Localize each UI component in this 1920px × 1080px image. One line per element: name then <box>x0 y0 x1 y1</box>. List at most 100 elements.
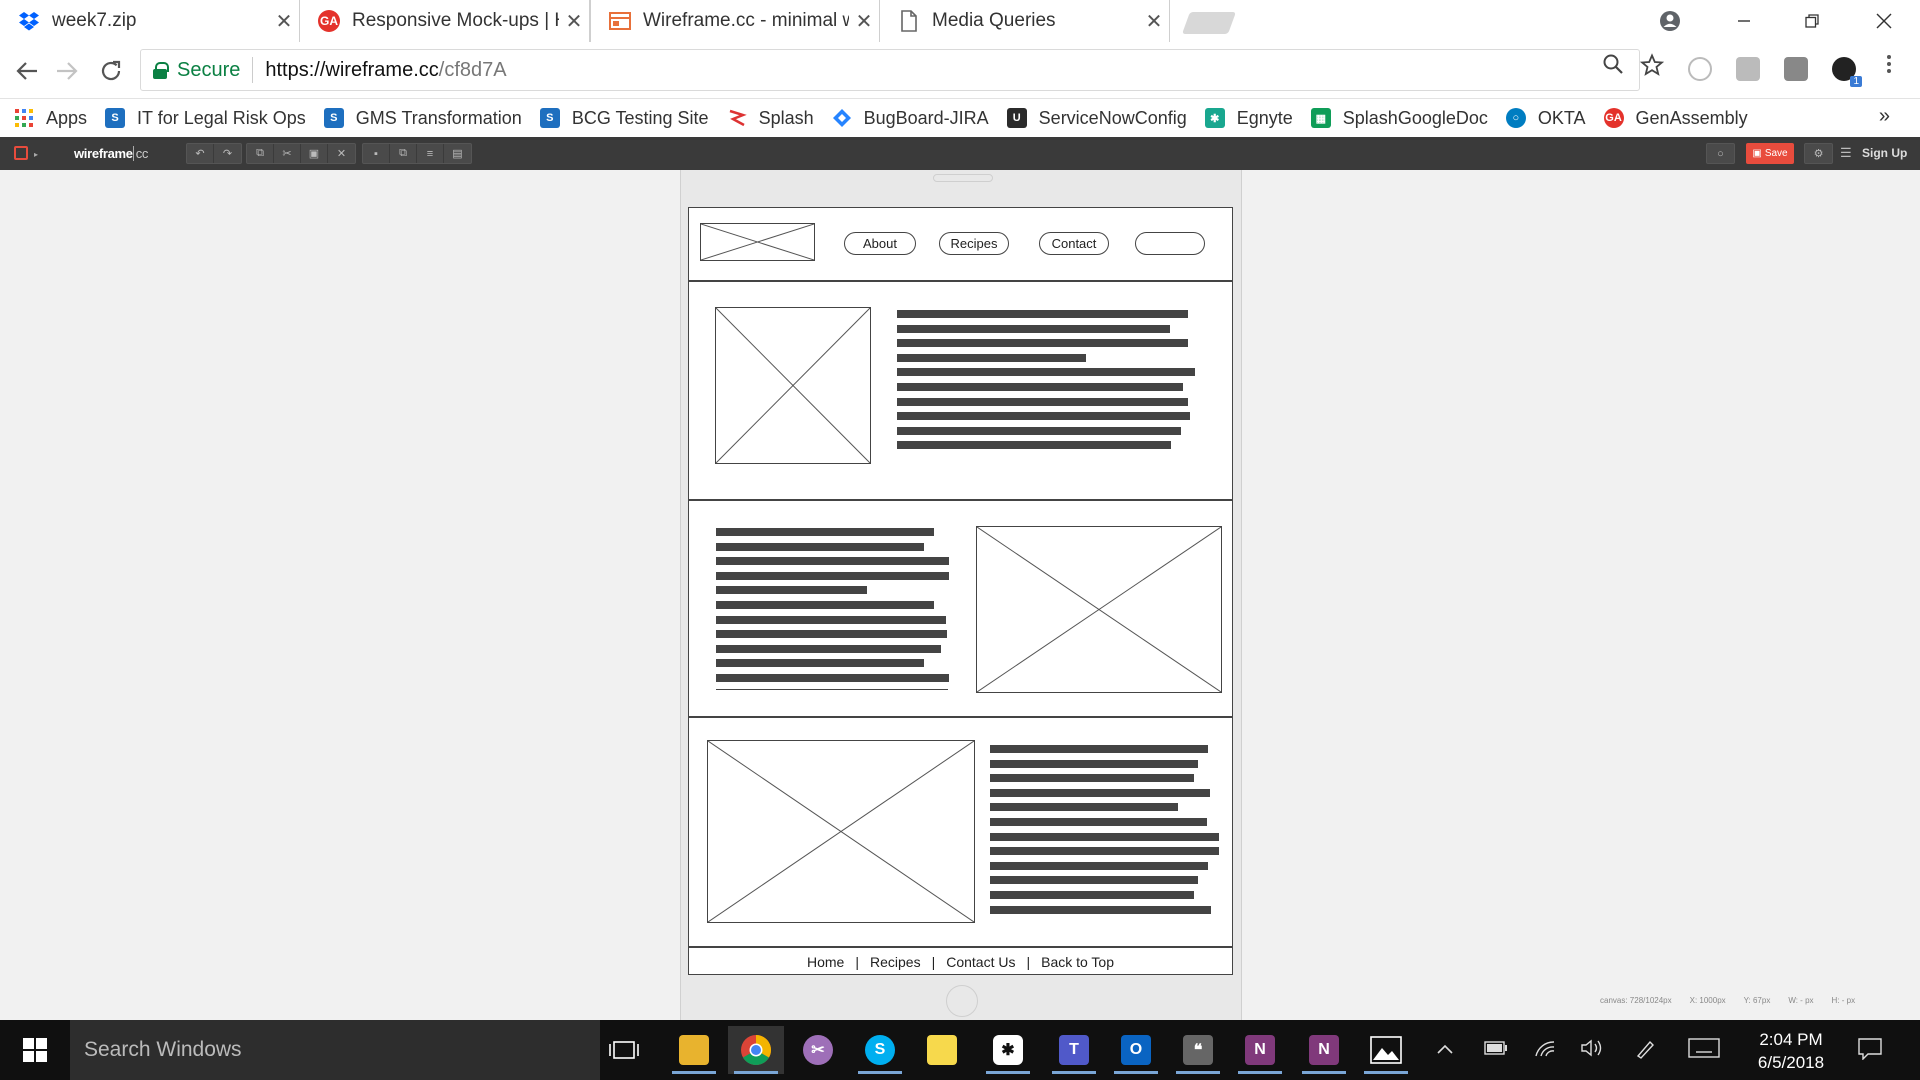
image-placeholder-2[interactable] <box>976 526 1222 693</box>
shield-extension-icon[interactable] <box>1784 57 1808 81</box>
bookmark-bcg[interactable]: S BCG Testing Site <box>539 108 709 129</box>
bookmark-genassembly[interactable]: GA GenAssembly <box>1603 108 1748 129</box>
restore-icon[interactable] <box>1792 6 1832 36</box>
bookmark-apps[interactable]: Apps <box>14 108 87 129</box>
image-placeholder-1[interactable] <box>715 307 871 464</box>
settings-gear-icon[interactable]: ⚙ <box>1805 144 1832 163</box>
slack-icon[interactable]: ✱ <box>980 1026 1036 1074</box>
copy-icon[interactable]: ⧉ <box>247 144 274 163</box>
back-arrow-icon[interactable] <box>10 54 44 88</box>
onenote-clipper-icon[interactable]: N <box>1296 1026 1352 1074</box>
profile-icon[interactable] <box>1650 6 1690 36</box>
windows-taskbar: Search Windows ✂ S ✱ T O ❝ N N 2:04 PM 6… <box>0 1020 1920 1080</box>
text-line <box>897 353 1086 362</box>
tab-responsive-mockups[interactable]: GA Responsive Mock-ups | H ✕ <box>300 0 590 42</box>
taskbar-clock[interactable]: 2:04 PM 6/5/2018 <box>1736 1028 1846 1074</box>
bookmark-splash[interactable]: Splash <box>727 108 814 129</box>
bookmark-okta[interactable]: ○ OKTA <box>1505 108 1586 129</box>
honey-extension-icon[interactable]: 1 <box>1832 57 1862 87</box>
tab-close-icon[interactable]: ✕ <box>849 9 879 34</box>
volume-icon[interactable] <box>1580 1038 1604 1064</box>
undo-icon[interactable]: ↶ <box>187 144 214 163</box>
footer-link-contact-us[interactable]: Contact Us <box>935 954 1026 970</box>
touch-keyboard-icon[interactable] <box>1688 1038 1720 1064</box>
bookmark-servicenow[interactable]: U ServiceNowConfig <box>1006 108 1187 129</box>
snipping-tool-icon[interactable]: ✂ <box>790 1026 846 1074</box>
comment-icon[interactable]: ○ <box>1707 144 1734 163</box>
address-bar[interactable]: Secure https://wireframe.cc/cf8d7A <box>140 49 1640 91</box>
save-button[interactable]: ▣ Save <box>1746 143 1794 164</box>
feedback-hub-icon[interactable]: ❝ <box>1170 1026 1226 1074</box>
menu-kebab-icon[interactable] <box>1886 53 1892 81</box>
secure-label: Secure <box>177 58 241 81</box>
footer-link-back-to-top[interactable]: Back to Top <box>1030 954 1125 970</box>
tab-close-icon[interactable]: ✕ <box>559 9 589 34</box>
sign-up-link[interactable]: Sign Up <box>1862 146 1907 160</box>
pen-workspace-icon[interactable] <box>1634 1038 1656 1066</box>
onenote-icon[interactable]: N <box>1232 1026 1288 1074</box>
bookmark-it-legal[interactable]: S IT for Legal Risk Ops <box>105 108 306 129</box>
nav-pill-blank[interactable] <box>1135 232 1205 255</box>
nav-pill-contact[interactable]: Contact <box>1039 232 1109 255</box>
footer-link-home[interactable]: Home <box>796 954 855 970</box>
logo-placeholder[interactable] <box>700 223 815 261</box>
caret-icon[interactable]: ▸ <box>34 150 38 159</box>
app-logo[interactable]: wireframe cc <box>74 146 148 161</box>
bookmark-gms[interactable]: S GMS Transformation <box>323 108 522 129</box>
tab-week7-zip[interactable]: week7.zip ✕ <box>0 0 300 42</box>
forward-arrow-icon[interactable] <box>50 54 84 88</box>
tray-overflow-icon[interactable] <box>1436 1038 1454 1061</box>
reload-icon[interactable] <box>94 54 128 88</box>
tab-close-icon[interactable]: ✕ <box>269 9 299 34</box>
close-window-icon[interactable] <box>1864 6 1904 36</box>
zoom-magnifier-icon[interactable] <box>1602 53 1624 81</box>
nav-pill-recipes[interactable]: Recipes <box>939 232 1009 255</box>
bookmarks-overflow-icon[interactable]: » <box>1879 105 1890 128</box>
hamburger-menu-icon[interactable]: ☰ <box>1840 145 1852 161</box>
skype-icon[interactable]: S <box>852 1026 908 1074</box>
delete-icon[interactable]: ✕ <box>328 144 355 163</box>
align-icon[interactable]: ≡ <box>417 144 444 163</box>
start-button[interactable] <box>0 1020 70 1080</box>
photos-icon[interactable] <box>1358 1026 1414 1074</box>
tab-wireframe-cc[interactable]: Wireframe.cc - minimal w ✕ <box>590 0 880 42</box>
bookmark-star-icon[interactable] <box>1639 53 1665 83</box>
text-block-1[interactable] <box>897 310 1195 456</box>
task-view-icon[interactable] <box>596 1026 652 1074</box>
wireframe-footer: Home | Recipes | Contact Us | Back to To… <box>689 948 1232 976</box>
bookmark-splash-doc[interactable]: ▦ SplashGoogleDoc <box>1310 108 1488 129</box>
outlook-icon[interactable]: O <box>1108 1026 1164 1074</box>
redo-icon[interactable]: ↷ <box>214 144 241 163</box>
text-block-3[interactable] <box>990 745 1219 920</box>
tab-close-icon[interactable]: ✕ <box>1139 9 1169 34</box>
minimize-icon[interactable] <box>1724 6 1764 36</box>
text-line <box>716 586 867 595</box>
tab-media-queries[interactable]: Media Queries ✕ <box>880 0 1170 42</box>
nav-pill-about[interactable]: About <box>844 232 916 255</box>
sticky-notes-icon[interactable] <box>914 1026 970 1074</box>
wifi-icon[interactable] <box>1534 1038 1556 1064</box>
paste-icon[interactable]: ▣ <box>301 144 328 163</box>
text-line <box>716 542 924 551</box>
lock-element-icon[interactable]: ▪ <box>363 144 390 163</box>
group-icon[interactable]: ▤ <box>444 144 471 163</box>
footer-link-recipes[interactable]: Recipes <box>859 954 932 970</box>
duplicate-icon[interactable]: ⧉ <box>390 144 417 163</box>
teams-icon[interactable]: T <box>1046 1026 1102 1074</box>
wireframe-page[interactable]: About Recipes Contact Home | Recipes | C… <box>688 207 1233 975</box>
extension-badge: 1 <box>1850 76 1862 87</box>
bookmark-jira[interactable]: BugBoard-JIRA <box>832 108 989 129</box>
chrome-icon[interactable] <box>728 1026 784 1074</box>
taskbar-search-input[interactable]: Search Windows <box>70 1020 600 1080</box>
cut-icon[interactable]: ✂ <box>274 144 301 163</box>
text-block-2[interactable] <box>716 528 949 690</box>
bookmark-egnyte[interactable]: ✱ Egnyte <box>1204 108 1293 129</box>
battery-icon[interactable] <box>1484 1038 1508 1061</box>
action-center-icon[interactable] <box>1858 1038 1882 1066</box>
image-placeholder-3[interactable] <box>707 740 975 923</box>
vimeo-extension-icon[interactable] <box>1688 57 1712 81</box>
new-tab-button[interactable] <box>1181 12 1237 34</box>
file-explorer-icon[interactable] <box>666 1026 722 1074</box>
device-icon[interactable] <box>14 146 28 160</box>
pdf-extension-icon[interactable] <box>1736 57 1760 81</box>
